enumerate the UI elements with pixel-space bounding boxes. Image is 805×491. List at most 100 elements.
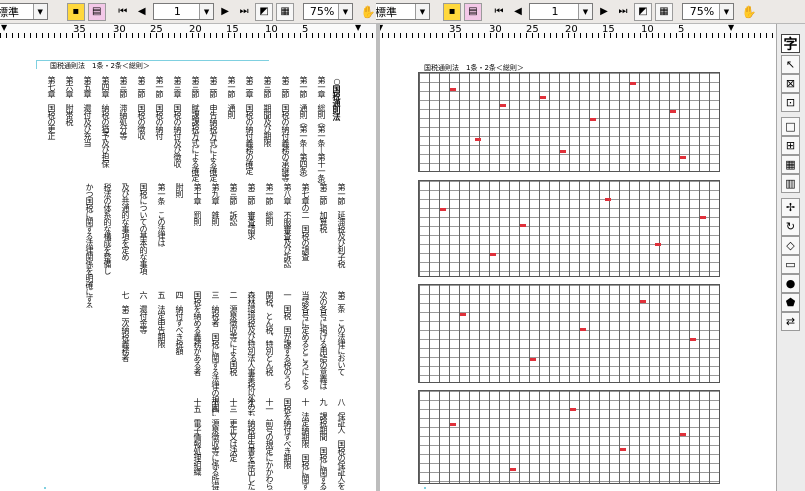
preview-icon[interactable]: ◩	[255, 2, 274, 21]
highlight-mark	[490, 253, 496, 256]
grid-view-icon[interactable]: ▦	[276, 2, 295, 21]
right-document-page[interactable]: 国税通則法 1条・2条＜総則＞	[380, 38, 776, 491]
highlight-mark	[630, 82, 636, 85]
highlight-mark	[450, 88, 456, 91]
page-corner-mark	[44, 487, 46, 489]
text-column: 及び共通的な事項を定め	[121, 183, 130, 260]
open-file-icon[interactable]: ▪	[443, 2, 461, 21]
ruler-start-marker: ▼	[1, 24, 8, 32]
highlight-mark	[605, 198, 611, 201]
frame-edit-icon[interactable]: ⊡	[781, 93, 800, 112]
highlight-mark	[570, 408, 576, 411]
text-column: 第十章 罰則	[193, 183, 202, 225]
hand-tool-icon[interactable]: ✋	[741, 3, 757, 21]
highlight-mark	[590, 118, 596, 121]
grid-view-icon[interactable]: ▦	[655, 2, 673, 21]
text-column: 附則	[175, 183, 184, 197]
preview-icon[interactable]: ◩	[634, 2, 652, 21]
open-file-icon[interactable]: ▪	[66, 2, 85, 21]
tool-palette: 字 ↖ ⊠ ⊡ □ ⊞ ▦ ▥ ✢ ↻ ◇ ▭ ● ⬟ ⇄	[776, 24, 805, 491]
next-page-button[interactable]: ▶	[596, 3, 612, 21]
highlight-mark	[500, 104, 506, 107]
highlight-mark	[620, 448, 626, 451]
text-column: 第七章の二 国税の調査	[301, 183, 310, 260]
left-page-value: 1	[173, 5, 181, 18]
chevron-down-icon: ▼	[719, 4, 733, 19]
text-column: 十三 更正又は決定	[229, 398, 238, 461]
first-page-button[interactable]: ⏮	[491, 3, 507, 21]
swap-icon[interactable]: ⇄	[781, 312, 800, 331]
left-toolbar: 標準 ▼ ▪ ▤ ⏮ ◀ 1 ▼ ▶ ⏭ ◩ ▦ 75% ▼ ✋	[0, 0, 376, 24]
first-page-button[interactable]: ⏮	[115, 3, 131, 21]
polygon-icon[interactable]: ⬟	[781, 293, 800, 312]
highlight-mark	[450, 423, 456, 426]
highlight-mark	[690, 338, 696, 341]
right-page-value: 1	[551, 5, 559, 18]
ellipse-icon[interactable]: ●	[781, 274, 800, 293]
layout-grid-block-4	[418, 390, 720, 484]
ruler-end-marker: ▼	[728, 24, 735, 32]
left-style-select[interactable]: 標準 ▼	[0, 3, 48, 20]
column-frame-icon[interactable]: ▥	[781, 174, 800, 193]
right-style-select[interactable]: 標準 ▼	[376, 3, 430, 20]
text-column: 第九章 雑則	[211, 183, 220, 225]
rectangle-icon[interactable]: ▭	[781, 255, 800, 274]
text-column: 十二 納税申告書を提出した者	[247, 398, 256, 490]
text-column: 第二節 審査請求	[247, 183, 256, 239]
next-page-button[interactable]: ▶	[217, 3, 233, 21]
highlight-mark	[475, 138, 481, 141]
text-column: 第八章 不服審査及び訴訟	[283, 183, 292, 267]
highlight-mark	[510, 468, 516, 471]
article-1-block: 第一節 延滞税及び利子税 第二節 加算税 第七章の二 国税の調査 第八章 不服審査及び…	[36, 183, 346, 308]
article-2-continued-block: 八 保証人 国税の保証人をいう九 課税期間 国税に関する法律の規定により十 法定…	[36, 398, 346, 490]
highlight-mark	[540, 96, 546, 99]
left-document-page[interactable]: 国税通則法 1条・2条＜総則＞ ○国税通則法 第一章 総則（第一条―第十一条）第…	[0, 38, 376, 491]
ruler-label: 15	[602, 24, 615, 35]
grid-frame-icon[interactable]: ▦	[781, 155, 800, 174]
highlight-mark	[700, 216, 706, 219]
right-zoom-value: 75%	[689, 5, 715, 18]
page-palette-icon[interactable]: ▤	[464, 2, 482, 21]
ruler-label: 20	[189, 24, 202, 35]
ruler-label: 20	[565, 24, 578, 35]
text-tool-icon[interactable]: 字	[781, 34, 800, 53]
highlight-mark	[520, 224, 526, 227]
text-column: 第三節 訴訟	[229, 183, 238, 225]
ruler-label: 15	[226, 24, 239, 35]
ruler-label: 25	[526, 24, 539, 35]
ruler-label: 25	[150, 24, 163, 35]
last-page-button[interactable]: ⏭	[615, 3, 631, 21]
skew-icon[interactable]: ◇	[781, 236, 800, 255]
text-column: 第一節 延滞税及び利子税	[337, 183, 346, 267]
ruler-label: 35	[449, 24, 462, 35]
prev-page-button[interactable]: ◀	[134, 3, 150, 21]
highlight-mark	[680, 156, 686, 159]
chevron-down-icon: ▼	[199, 4, 214, 19]
right-zoom-select[interactable]: 75% ▼	[682, 3, 734, 20]
ruler-label: 5	[302, 24, 309, 35]
right-toolbar: 標準 ▼ ▪ ▤ ⏮ ◀ 1 ▼ ▶ ⏭ ◩ ▦ 75% ▼ ✋	[376, 0, 805, 24]
move-icon[interactable]: ✢	[781, 198, 800, 217]
right-page-field[interactable]: 1 ▼	[529, 3, 593, 20]
last-page-button[interactable]: ⏭	[236, 3, 252, 21]
table-frame-icon[interactable]: ⊞	[781, 136, 800, 155]
ruler-label: 5	[678, 24, 685, 35]
left-zoom-select[interactable]: 75% ▼	[303, 3, 353, 20]
highlight-mark	[560, 150, 566, 153]
ruler-label: 35	[73, 24, 86, 35]
layout-grid-block-3	[418, 284, 720, 383]
hand-tool-icon[interactable]: ✋	[360, 3, 376, 21]
frame-select-icon[interactable]: ⊠	[781, 74, 800, 93]
text-column: かつ国税に関する法律関係を明確にする	[85, 183, 94, 308]
rectangle-frame-icon[interactable]: □	[781, 117, 800, 136]
ruler-label: 30	[113, 24, 126, 35]
text-column: 八 保証人 国税の保証人をいう	[337, 398, 346, 490]
select-arrow-icon[interactable]: ↖	[781, 55, 800, 74]
chevron-down-icon: ▼	[578, 4, 592, 19]
highlight-mark	[440, 208, 446, 211]
text-column: 国税を納付すべき期限	[283, 398, 292, 468]
page-palette-icon[interactable]: ▤	[87, 2, 106, 21]
rotate-icon[interactable]: ↻	[781, 217, 800, 236]
prev-page-button[interactable]: ◀	[510, 3, 526, 21]
left-page-field[interactable]: 1 ▼	[152, 3, 215, 20]
